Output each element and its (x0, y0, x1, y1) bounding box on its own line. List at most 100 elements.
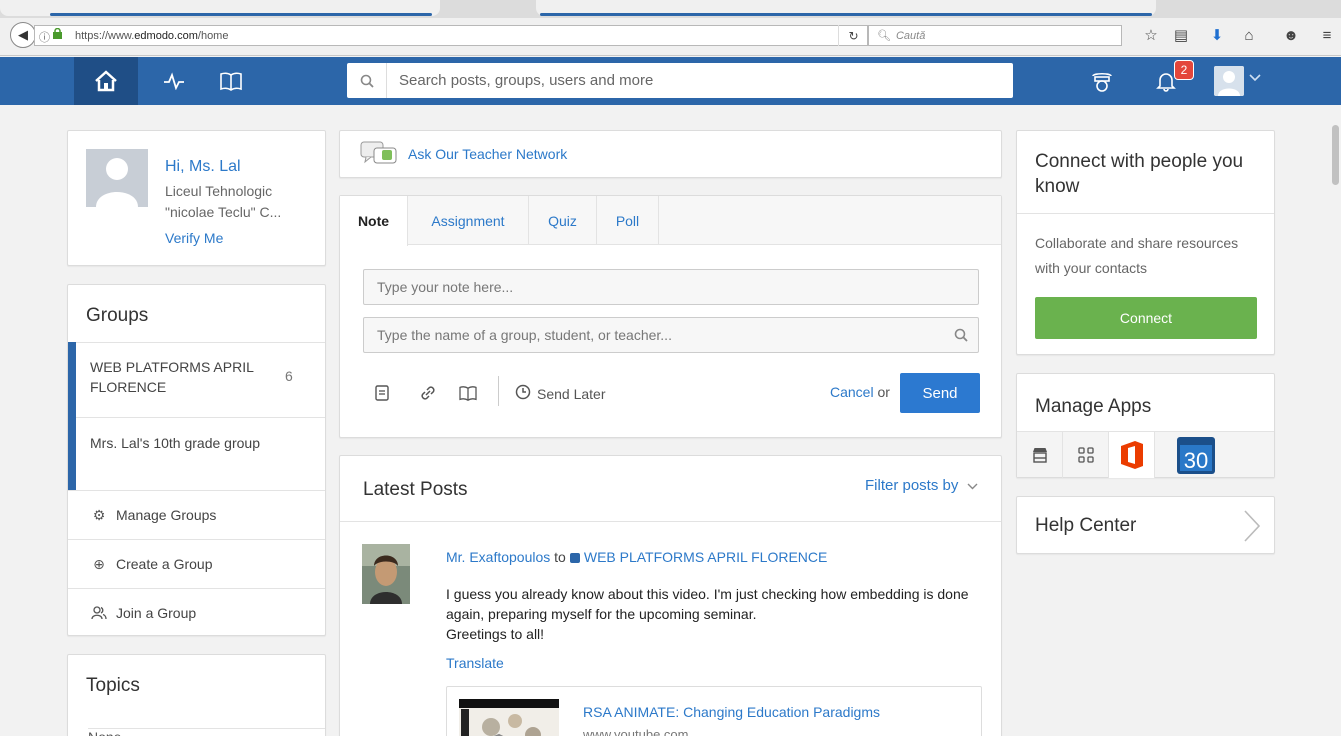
help-center-title: Help Center (1035, 515, 1137, 536)
toolbar-divider (498, 376, 499, 406)
menu-icon[interactable]: ≡ (1316, 26, 1338, 44)
scrollbar-thumb[interactable] (1332, 125, 1339, 185)
manage-apps-card: Manage Apps 30 (1016, 373, 1275, 478)
tab-note[interactable]: Note (340, 196, 408, 246)
gear-icon: ⚙ (92, 506, 106, 523)
home-icon (95, 70, 117, 92)
group-color-bar (68, 417, 76, 490)
filter-posts-dropdown[interactable]: Filter posts by (865, 477, 978, 494)
back-arrow-icon: ◀ (18, 27, 28, 42)
post-header: Mr. Exaftopoulos to WEB PLATFORMS APRIL F… (446, 549, 828, 565)
browser-search-icon: 🔍︎ (877, 30, 891, 42)
post-body: I guess you already know about this vide… (446, 586, 969, 642)
connect-description: Collaborate and share resources with you… (1035, 235, 1239, 276)
backpack-icon[interactable] (1088, 67, 1116, 95)
group-count: 6 (285, 368, 293, 384)
site-search-input[interactable] (387, 63, 1013, 98)
post-composer: Note Assignment Quiz Poll Send Later Can… (339, 195, 1002, 438)
search-icon (347, 63, 387, 98)
home-nav-button[interactable] (74, 57, 138, 105)
notification-badge: 2 (1174, 60, 1194, 80)
note-input[interactable] (364, 270, 978, 304)
chevron-right-icon (1244, 510, 1261, 542)
url-bar[interactable]: ⓘ https://www.edmodo.com/home (34, 25, 868, 46)
page-scrollbar[interactable] (1329, 105, 1341, 736)
back-button[interactable]: ◀ (10, 22, 36, 48)
tab-assignment[interactable]: Assignment (408, 196, 529, 245)
topics-title: Topics (86, 675, 140, 696)
group-item[interactable]: Mrs. Lal's 10th grade group (68, 417, 325, 490)
video-source: www.youtube.com (583, 727, 689, 736)
calendar-app-icon[interactable]: 30 (1174, 432, 1218, 478)
profile-avatar[interactable] (86, 149, 148, 207)
library-book-icon[interactable] (217, 67, 245, 95)
verify-me-link[interactable]: Verify Me (165, 230, 223, 246)
send-later-button[interactable]: Send Later (515, 384, 606, 404)
group-item[interactable]: WEB PLATFORMS APRIL FLORENCE 6 (68, 342, 325, 417)
site-header: 2 (0, 57, 1341, 105)
browser-search-box[interactable]: 🔍︎ Caută (868, 25, 1122, 46)
calendar-day: 30 (1184, 448, 1208, 473)
cancel-link[interactable]: Cancel (830, 384, 874, 400)
ask-teacher-network-label: Ask Our Teacher Network (408, 146, 568, 162)
chevron-down-icon[interactable] (1249, 71, 1261, 85)
cancel-area: Cancel or (830, 384, 890, 400)
library-book-icon[interactable] (457, 382, 479, 404)
reload-icon[interactable]: ↻ (838, 25, 868, 46)
help-center-card[interactable]: Help Center (1016, 496, 1275, 554)
chevron-down-icon (967, 483, 978, 490)
video-title-link[interactable]: RSA ANIMATE: Changing Education Paradigm… (583, 704, 880, 720)
note-field[interactable] (363, 269, 979, 305)
manage-apps-title[interactable]: Manage Apps (1035, 396, 1151, 418)
office-app-icon[interactable] (1109, 432, 1155, 478)
groups-card: Groups WEB PLATFORMS APRIL FLORENCE 6 Mr… (67, 284, 326, 636)
profile-greeting[interactable]: Hi, Ms. Lal (165, 158, 241, 176)
home-browser-icon[interactable]: ⌂ (1238, 26, 1260, 44)
extension-icon[interactable]: ☻ (1280, 26, 1302, 44)
topics-card: Topics None (67, 654, 326, 736)
plus-circle-icon: ⊕ (93, 555, 105, 572)
connect-card: Connect with people you know Collaborate… (1016, 130, 1275, 355)
clock-icon (515, 384, 531, 404)
lock-icon (53, 27, 62, 42)
group-color-bar (68, 342, 76, 417)
recipient-field[interactable] (363, 317, 979, 353)
activity-pulse-icon[interactable] (160, 67, 188, 95)
download-icon[interactable]: ⬇ (1206, 26, 1228, 44)
browser-tab-strip (0, 0, 1341, 18)
send-button[interactable]: Send (900, 373, 980, 413)
site-search[interactable] (347, 63, 1013, 98)
link-icon[interactable] (417, 382, 439, 404)
join-group-link[interactable]: Join a Group (68, 588, 325, 637)
post-author-avatar[interactable] (362, 544, 410, 604)
manage-groups-link[interactable]: ⚙ Manage Groups (68, 490, 325, 539)
browser-tab-indicator (540, 13, 1152, 16)
app-store-icon[interactable] (1017, 432, 1063, 478)
create-group-link[interactable]: ⊕ Create a Group (68, 539, 325, 588)
tab-quiz[interactable]: Quiz (529, 196, 597, 245)
topics-empty: None (88, 728, 325, 736)
divider (340, 521, 1001, 522)
post-group-link[interactable]: WEB PLATFORMS APRIL FLORENCE (584, 549, 828, 565)
connect-button[interactable]: Connect (1035, 297, 1257, 339)
browser-chrome: ◀ ⓘ https://www.edmodo.com/home ↻ 🔍︎ Cau… (0, 0, 1341, 56)
video-embed[interactable]: RSA ANIMATE: Changing Education Paradigm… (446, 686, 982, 736)
video-thumbnail[interactable] (459, 699, 559, 736)
attach-file-icon[interactable] (371, 382, 393, 404)
recipient-input[interactable] (364, 318, 944, 352)
bookmark-star-icon[interactable]: ☆ (1140, 26, 1162, 44)
reading-list-icon[interactable]: ▤ (1170, 26, 1192, 44)
group-name: WEB PLATFORMS APRIL FLORENCE (90, 359, 254, 395)
chat-bubbles-icon (360, 141, 397, 164)
profile-card: Hi, Ms. Lal Liceul Tehnologic "nicolae T… (67, 130, 326, 266)
translate-link[interactable]: Translate (446, 655, 504, 671)
groups-title: Groups (86, 305, 149, 326)
user-avatar[interactable] (1214, 66, 1244, 96)
tab-poll[interactable]: Poll (597, 196, 659, 245)
composer-tabs: Note Assignment Quiz Poll (340, 196, 1001, 246)
users-icon (90, 606, 108, 620)
ask-teacher-network[interactable]: Ask Our Teacher Network (339, 130, 1002, 178)
profile-school: Liceul Tehnologic "nicolae Teclu" C... (165, 183, 282, 220)
post-author-link[interactable]: Mr. Exaftopoulos (446, 549, 550, 565)
app-grid-icon[interactable] (1063, 432, 1109, 478)
